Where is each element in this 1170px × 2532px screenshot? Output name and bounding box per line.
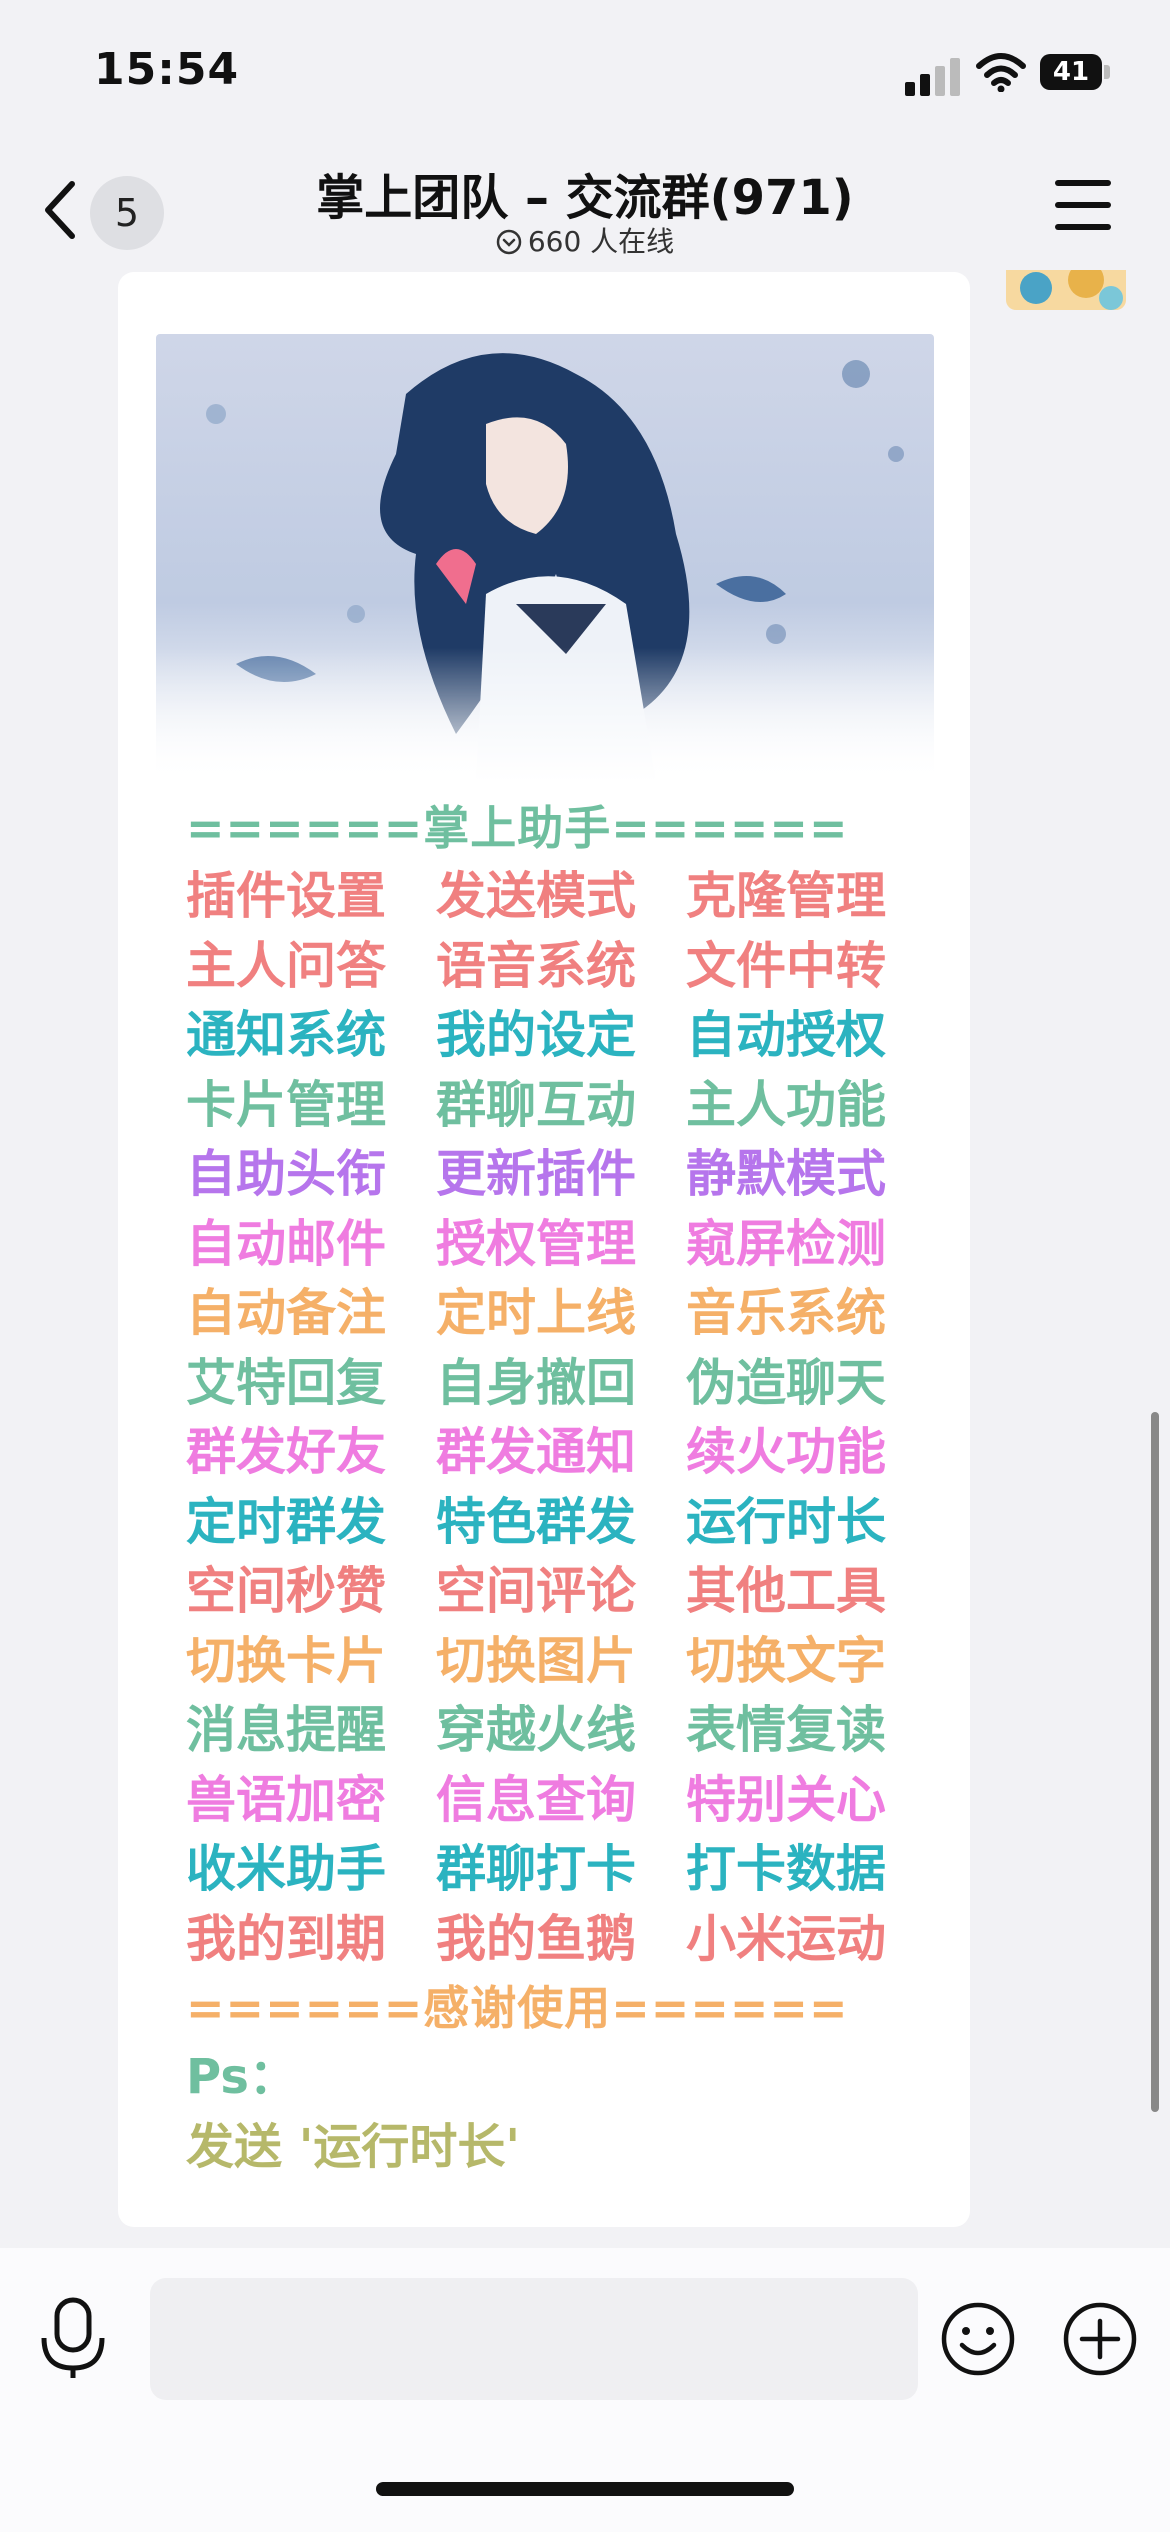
feature-item: 特别关心 [686,1770,886,1829]
feature-item: 兽语加密 [186,1770,386,1829]
feature-item: 定时上线 [436,1284,636,1342]
feature-row: 兽语加密 信息查询 特别关心 [186,1766,906,1836]
feature-item: 卡片管理 [186,1075,386,1134]
feature-row: 空间秒赞 空间评论 其他工具 [186,1557,906,1627]
message-input[interactable] [150,2278,918,2400]
feature-item: 续火功能 [686,1423,886,1481]
feature-item: 艾特回复 [186,1353,386,1412]
emoji-icon[interactable] [940,2301,1016,2377]
feature-item: 切换图片 [436,1631,636,1690]
feature-item: 我的设定 [436,1006,636,1064]
feature-item: 信息查询 [436,1770,636,1829]
feature-item: 群聊打卡 [436,1840,636,1898]
menu-button[interactable] [1055,180,1111,232]
menu-header: ======掌上助手====== [186,801,849,855]
menu-footer: ======感谢使用====== [186,1981,849,2035]
feature-item: 定时群发 [186,1492,386,1551]
chat-header: 5 掌上团队 – 交流群(971) 660 人在线 [0,140,1170,270]
feature-item: 打卡数据 [686,1840,886,1898]
feature-row: 消息提醒 穿越火线 表情复读 [186,1696,906,1766]
cellular-signal-icon [905,56,961,96]
ps-label: Ps： [186,2049,297,2105]
chat-title[interactable]: 掌上团队 – 交流群(971) [0,158,1170,228]
online-count: 660 人在线 [0,220,1170,260]
feature-row: 插件设置 发送模式 克隆管理 [186,862,906,932]
feature-item: 文件中转 [686,936,886,995]
feature-item: 穿越火线 [436,1701,636,1759]
feature-row: 定时群发 特色群发 运行时长 [186,1488,906,1558]
feature-item: 插件设置 [186,867,386,925]
anime-girl-image[interactable] [156,334,934,782]
feature-item: 更新插件 [436,1145,636,1203]
message-text: ======掌上助手====== 插件设置 发送模式 克隆管理 主人问答 语音系统 文件中… [186,794,906,2182]
feature-item: 特色群发 [436,1492,636,1551]
online-count-text: 660 人在线 [527,225,675,258]
microphone-icon[interactable] [38,2296,108,2380]
feature-row: 自动备注 定时上线 音乐系统 [186,1279,906,1349]
feature-item: 我的到期 [186,1909,386,1968]
ps-text: 发送 '运行时长' [186,2119,521,2175]
chevron-down-circle-icon [496,229,522,255]
feature-row: 卡片管理 群聊互动 主人功能 [186,1071,906,1141]
feature-item: 自动授权 [686,1006,886,1064]
feature-item: 自身撤回 [436,1353,636,1412]
feature-row: 群发好友 群发通知 续火功能 [186,1418,906,1488]
feature-item: 收米助手 [186,1840,386,1898]
feature-item: 通知系统 [186,1006,386,1064]
feature-item: 主人功能 [686,1075,886,1134]
feature-row: 主人问答 语音系统 文件中转 [186,932,906,1002]
feature-row: 自助头衔 更新插件 静默模式 [186,1140,906,1210]
status-time: 15:54 [94,44,240,95]
feature-item: 群发好友 [186,1423,386,1481]
home-indicator [376,2482,794,2496]
feature-item: 切换卡片 [186,1631,386,1690]
feature-item: 发送模式 [436,867,636,925]
feature-item: 自动备注 [186,1284,386,1342]
plus-icon[interactable] [1062,2301,1138,2377]
feature-item: 群发通知 [436,1423,636,1481]
feature-item: 自助头衔 [186,1145,386,1203]
feature-item: 空间评论 [436,1562,636,1620]
feature-row: 我的到期 我的鱼鹅 小米运动 [186,1905,906,1975]
feature-item: 音乐系统 [686,1284,886,1342]
feature-item: 小米运动 [686,1909,886,1968]
feature-item: 其他工具 [686,1562,886,1620]
feature-row: 艾特回复 自身撤回 伪造聊天 [186,1349,906,1419]
feature-row: 自动邮件 授权管理 窥屏检测 [186,1210,906,1280]
input-bar [0,2248,1170,2532]
feature-item: 克隆管理 [686,867,886,925]
feature-item: 主人问答 [186,936,386,995]
status-bar: 15:54 41 [0,0,1170,140]
feature-item: 空间秒赞 [186,1562,386,1620]
feature-item: 消息提醒 [186,1701,386,1759]
feature-item: 授权管理 [436,1214,636,1273]
feature-item: 群聊互动 [436,1075,636,1134]
battery-level: 41 [1052,57,1090,87]
wifi-icon [976,53,1026,92]
feature-item: 自动邮件 [186,1214,386,1273]
feature-row: 收米助手 群聊打卡 打卡数据 [186,1835,906,1905]
feature-item: 静默模式 [686,1145,886,1203]
avatar[interactable] [1006,270,1126,310]
message-bubble[interactable]: ======掌上助手====== 插件设置 发送模式 克隆管理 主人问答 语音系统 文件中… [118,272,970,2227]
feature-item: 窥屏检测 [686,1214,886,1273]
battery-icon: 41 [1040,54,1110,90]
feature-item: 运行时长 [686,1492,886,1551]
feature-item: 我的鱼鹅 [436,1909,636,1968]
chat-messages[interactable]: ======掌上助手====== 插件设置 发送模式 克隆管理 主人问答 语音系统 文件中… [0,270,1170,2248]
feature-row: 切换卡片 切换图片 切换文字 [186,1627,906,1697]
feature-row: 通知系统 我的设定 自动授权 [186,1001,906,1071]
feature-item: 表情复读 [686,1701,886,1759]
feature-item: 语音系统 [436,936,636,995]
scrollbar[interactable] [1151,1412,1159,2112]
feature-item: 伪造聊天 [686,1353,886,1412]
feature-item: 切换文字 [686,1631,886,1690]
